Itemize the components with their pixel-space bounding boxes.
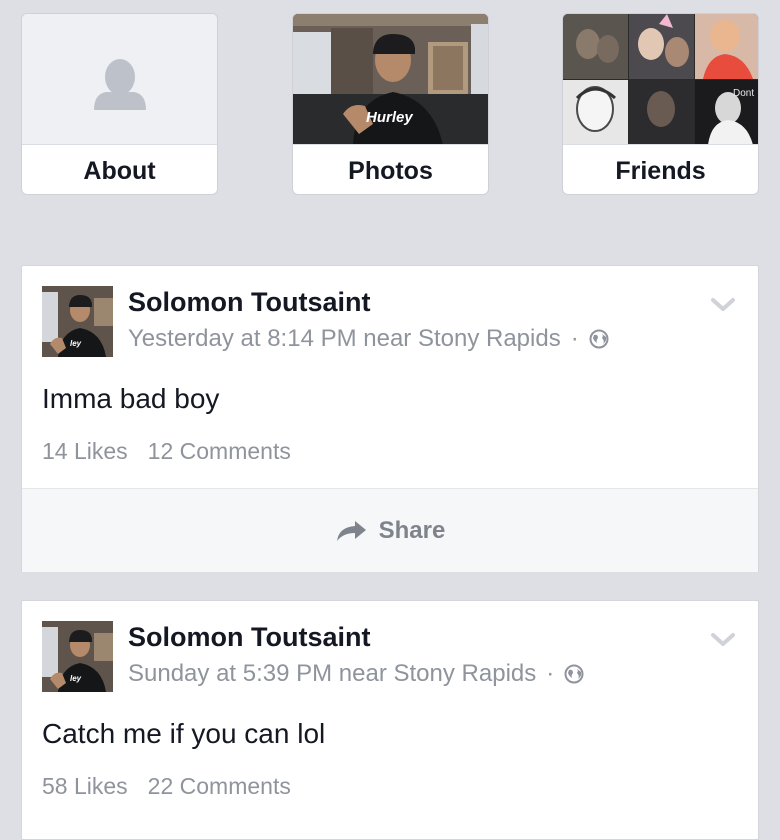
photos-tile[interactable]: Hurley Photos (292, 13, 489, 195)
share-arrow-icon (336, 521, 366, 541)
about-label: About (83, 157, 156, 185)
profile-nav-tiles: About Hurley Photos Dont Friends (21, 13, 759, 195)
friends-tile[interactable]: Dont Friends (562, 13, 759, 195)
globe-icon[interactable] (564, 664, 584, 684)
post-card: ley Solomon Toutsaint Yesterday at 8:14 … (21, 265, 759, 572)
sweatshirt-text: Hurley (366, 109, 413, 126)
svg-text:ley: ley (70, 339, 82, 348)
about-tile[interactable]: About (21, 13, 218, 195)
chevron-down-icon[interactable] (710, 631, 736, 649)
avatar-image: ley (42, 621, 113, 692)
likes-count[interactable]: 58 Likes (42, 773, 128, 799)
photos-thumbnail: Hurley (293, 14, 488, 145)
comments-count[interactable]: 22 Comments (148, 773, 291, 799)
svg-text:ley: ley (70, 674, 82, 683)
post-meta: Yesterday at 8:14 PM near Stony Rapids · (128, 325, 609, 353)
person-silhouette-icon (94, 59, 146, 110)
share-label: Share (378, 517, 446, 544)
meta-separator: · (570, 325, 579, 352)
author-avatar[interactable]: ley (42, 621, 113, 692)
post-card: ley Solomon Toutsaint Sunday at 5:39 PM … (21, 600, 759, 840)
meta-separator: · (546, 660, 555, 687)
post-timestamp-location[interactable]: Sunday at 5:39 PM near Stony Rapids (128, 660, 536, 688)
post-timestamp-location[interactable]: Yesterday at 8:14 PM near Stony Rapids (128, 325, 561, 353)
globe-icon[interactable] (589, 329, 609, 349)
post-stats: 14 Likes 12 Comments (42, 438, 291, 465)
post-text: Imma bad boy (42, 383, 220, 414)
friends-collage-image (563, 14, 758, 144)
post-stats: 58 Likes 22 Comments (42, 773, 291, 800)
comments-count[interactable]: 12 Comments (148, 438, 291, 464)
friends-photo-caption: Dont (733, 88, 755, 99)
post-text: Catch me if you can lol (42, 718, 326, 749)
chevron-down-icon[interactable] (710, 296, 736, 314)
avatar-image: ley (42, 286, 113, 357)
photos-label: Photos (348, 157, 433, 185)
author-avatar[interactable]: ley (42, 286, 113, 357)
author-name[interactable]: Solomon Toutsaint (128, 622, 370, 653)
likes-count[interactable]: 14 Likes (42, 438, 128, 464)
friends-label: Friends (615, 157, 706, 185)
share-button[interactable]: Share (22, 489, 758, 573)
friends-thumbnail: Dont (563, 14, 758, 145)
post-action-bar: Share (22, 488, 758, 572)
post-meta: Sunday at 5:39 PM near Stony Rapids · (128, 660, 584, 688)
author-name[interactable]: Solomon Toutsaint (128, 287, 370, 318)
about-thumbnail (22, 14, 217, 145)
